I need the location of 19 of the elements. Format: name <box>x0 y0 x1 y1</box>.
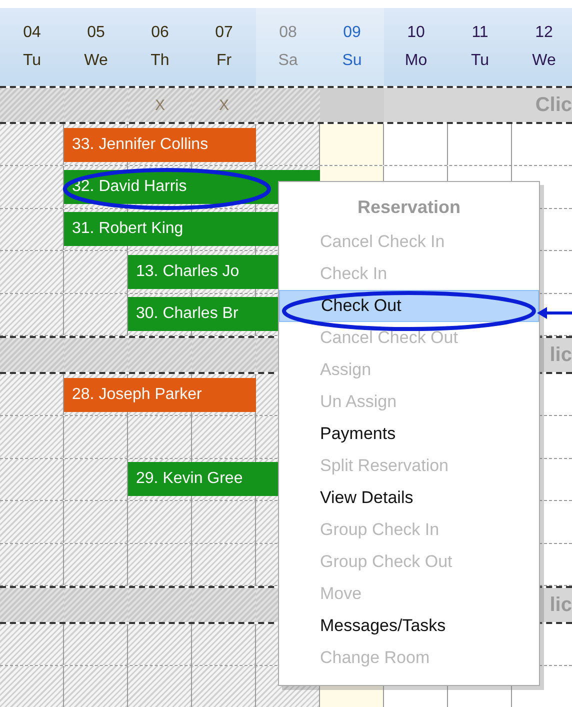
group-label[interactable]: lic <box>550 594 572 617</box>
day-header: 08 Sa <box>256 8 320 86</box>
day-header: 10 Mo <box>404 23 428 71</box>
arrow-icon <box>537 306 572 320</box>
reservation-bar[interactable]: 33. Jennifer Collins <box>64 128 256 162</box>
menu-item[interactable]: Payments <box>279 418 539 450</box>
reservation-bar[interactable]: 28. Joseph Parker <box>64 378 256 412</box>
group-label[interactable]: Clic <box>535 94 572 117</box>
day-header: 11 Tu <box>470 23 490 71</box>
day-header: 06 Th <box>150 23 170 71</box>
menu-item[interactable]: Messages/Tasks <box>279 610 539 642</box>
day-header: 12 We <box>531 23 557 71</box>
x-mark: X <box>218 96 229 114</box>
day-header: 07 Fr <box>214 23 234 71</box>
day-header: 09 Su <box>320 8 384 86</box>
day-header: 05 We <box>83 23 109 71</box>
group-label[interactable]: lic <box>550 344 572 367</box>
day-header: 04 Tu <box>22 23 42 71</box>
x-mark: X <box>154 96 165 114</box>
